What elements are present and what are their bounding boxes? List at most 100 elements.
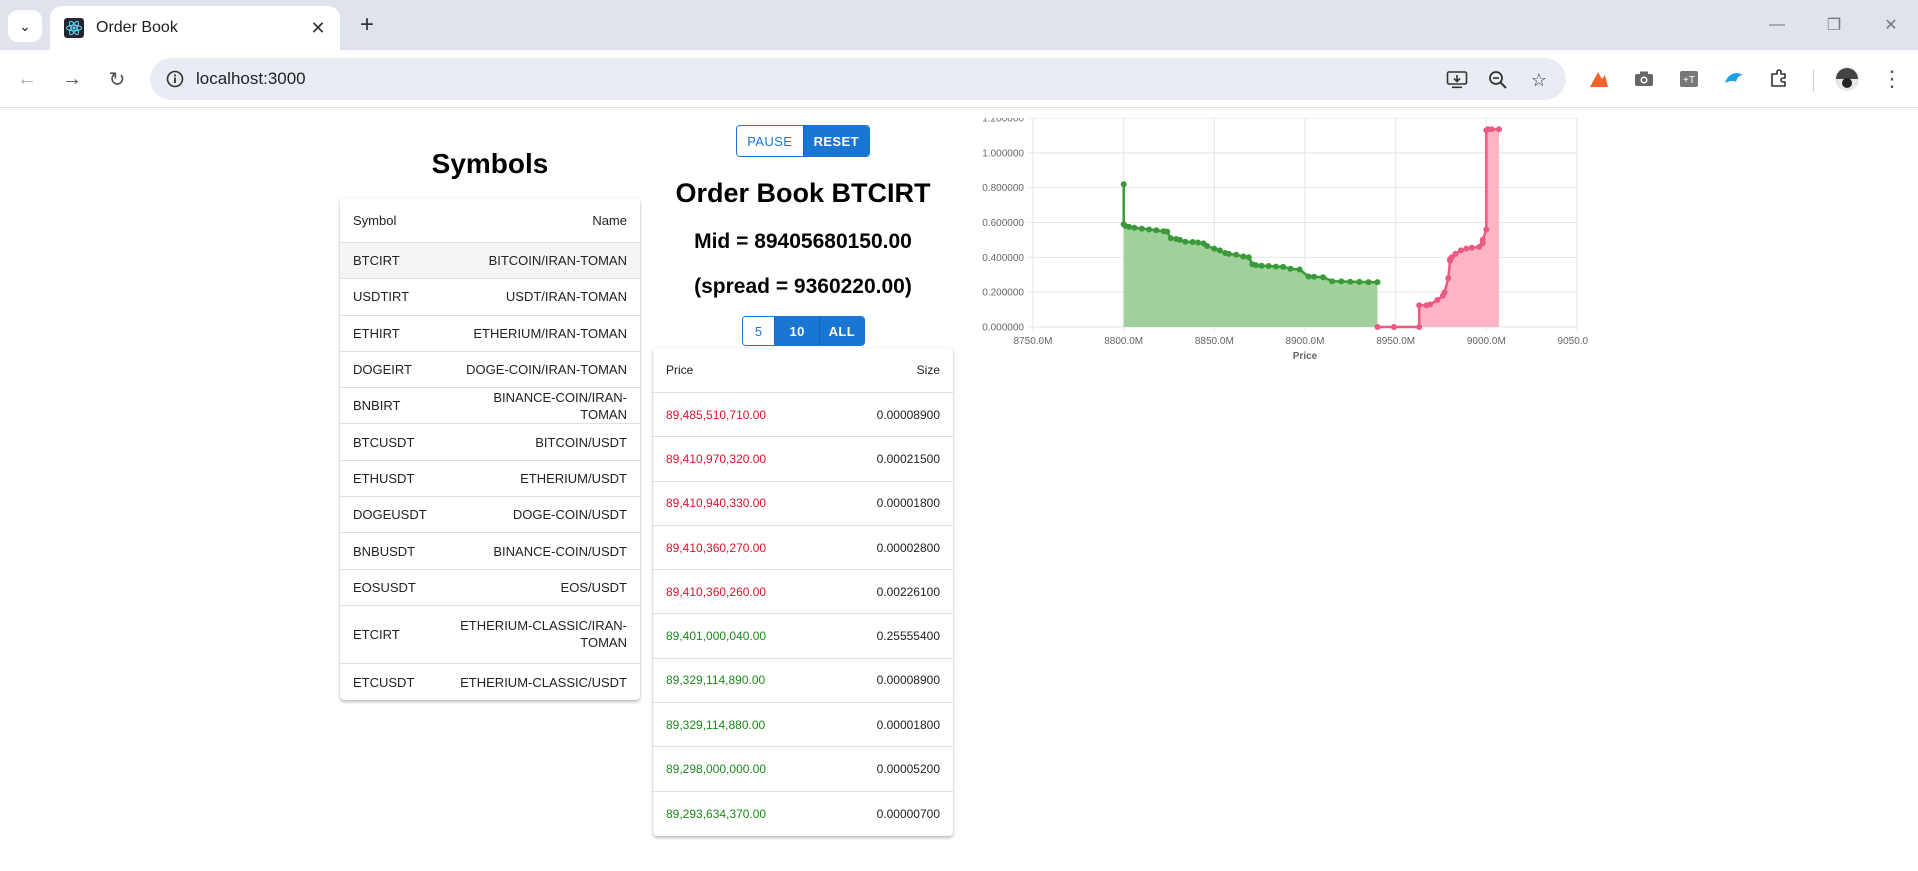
browser-toolbar: ← → ↻ localhost:3000 ☆ +T ⋮ — [0, 50, 1918, 108]
ask-point — [1445, 275, 1452, 282]
order-size: 0.00001800 — [876, 717, 940, 732]
symbol-row[interactable]: ETCUSDT ETHERIUM-CLASSIC/USDT — [340, 664, 640, 700]
symbol-row[interactable]: BNBIRT BINANCE-COIN/IRAN-TOMAN — [340, 388, 640, 425]
bid-point — [1138, 225, 1145, 232]
bookmark-star-icon[interactable]: ☆ — [1526, 67, 1552, 93]
ask-point — [1427, 301, 1434, 308]
symbol-code: ETHIRT — [353, 325, 400, 341]
address-bar[interactable]: localhost:3000 ☆ — [150, 58, 1566, 100]
camera-icon[interactable] — [1629, 64, 1659, 94]
symbol-row[interactable]: ETHIRT ETHERIUM/IRAN-TOMAN — [340, 316, 640, 352]
y-tick-label: 0.200000 — [982, 288, 1024, 299]
ask-point — [1463, 245, 1470, 252]
extensions-puzzle-icon[interactable] — [1764, 64, 1794, 94]
orderbook-row: 89,293,634,370.00 0.00000700 — [653, 792, 953, 836]
x-tick-label: 8850.0M — [1195, 336, 1234, 347]
orderbook-row: 89,329,114,890.00 0.00008900 — [653, 659, 953, 704]
bid-point — [1253, 262, 1259, 269]
symbol-code: BNBIRT — [353, 398, 401, 414]
reset-button[interactable]: RESET — [802, 126, 869, 156]
y-tick-label: 0.000000 — [982, 323, 1024, 334]
symbol-name: DOGE-COIN/IRAN-TOMAN — [466, 362, 627, 378]
ask-price: 89,485,510,710.00 — [666, 407, 767, 422]
bid-point — [1189, 239, 1196, 245]
orderbook-row: 89,410,360,260.00 0.00226100 — [653, 570, 953, 615]
bid-price: 89,401,000,040.00 — [666, 629, 767, 644]
bid-point — [1153, 227, 1160, 234]
bid-price: 89,329,114,880.00 — [666, 717, 766, 732]
orderbook-row: 89,410,360,270.00 0.00002800 — [653, 526, 953, 571]
ask-point — [1416, 324, 1423, 330]
symbol-row[interactable]: ETCIRT ETHERIUM-CLASSIC/IRAN-TOMAN — [340, 606, 640, 664]
x-tick-label: 8750.0M — [1014, 336, 1053, 347]
restore-icon[interactable]: ❐ — [1817, 12, 1851, 38]
page-content: Symbols Symbol Name BTCIRT BITCOIN/IRAN-T… — [0, 108, 1918, 871]
y-tick-label: 1.000000 — [982, 148, 1024, 159]
depth-all-button[interactable]: ALL — [818, 317, 864, 345]
symbols-title: Symbols — [431, 148, 549, 179]
new-tab-icon[interactable]: + — [352, 10, 382, 40]
bid-point — [1374, 279, 1381, 286]
depth-5-button[interactable]: 5 — [743, 317, 775, 345]
symbol-row[interactable]: BNBUSDT BINANCE-COIN/USDT — [340, 533, 640, 570]
symbol-name: ETHERIUM/IRAN-TOMAN — [473, 325, 627, 341]
forward-icon[interactable]: → — [57, 64, 87, 94]
bid-point — [1211, 245, 1218, 252]
translate-extension-icon[interactable]: +T — [1674, 64, 1704, 94]
bid-point — [1240, 253, 1247, 260]
minimize-icon[interactable]: — — [1760, 12, 1794, 38]
name-column-header: Name — [592, 212, 627, 228]
symbol-name: ETHERIUM/USDT — [520, 470, 627, 486]
ask-point — [1434, 297, 1441, 303]
depth-chart-svg: 8750.0M 8800.0M 8850.0M 8900.0M 8950.0M 9000.… — [982, 114, 1596, 363]
react-logo-icon — [64, 18, 84, 38]
symbol-row[interactable]: BTCIRT BITCOIN/IRAN-TOMAN — [340, 243, 640, 280]
bid-point — [1120, 181, 1127, 188]
bid-point — [1195, 239, 1201, 246]
x-tick-label: 8900.0M — [1286, 336, 1325, 347]
browser-tab[interactable]: Order Book ✕ — [50, 6, 340, 50]
orderbook-row: 89,410,970,320.00 0.00021500 — [653, 437, 953, 482]
bid-point — [1225, 250, 1232, 257]
symbol-name: BITCOIN/IRAN-TOMAN — [488, 253, 627, 269]
ask-point — [1483, 226, 1490, 233]
symbol-row[interactable]: BTCUSDT BITCOIN/USDT — [340, 424, 640, 461]
order-size: 0.00226100 — [876, 584, 940, 599]
tab-search-chevron-icon[interactable]: ⌄ — [8, 10, 42, 42]
close-window-icon[interactable]: ✕ — [1874, 12, 1908, 38]
symbol-row[interactable]: EOSUSDT EOS/USDT — [340, 570, 640, 606]
symbol-code: BNBUSDT — [353, 543, 416, 559]
symbol-row[interactable]: DOGEUSDT DOGE-COIN/USDT — [340, 497, 640, 534]
install-app-icon[interactable] — [1444, 67, 1470, 93]
symbol-row[interactable]: ETHUSDT ETHERIUM/USDT — [340, 461, 640, 498]
profile-avatar-icon[interactable] — [1832, 64, 1862, 94]
site-info-icon[interactable] — [164, 68, 186, 90]
order-size: 0.00008900 — [876, 407, 940, 422]
x-tick-label: 9000.0M — [1467, 336, 1506, 347]
symbol-code: DOGEUSDT — [353, 507, 427, 523]
depth-10-button[interactable]: 10 — [774, 317, 819, 345]
extension-fox-icon[interactable] — [1584, 64, 1614, 94]
dolphin-extension-icon[interactable] — [1719, 64, 1749, 94]
y-tick-label: 0.600000 — [982, 218, 1024, 229]
pause-button[interactable]: PAUSE — [737, 126, 803, 156]
zoom-icon[interactable] — [1485, 67, 1511, 93]
orderbook-row: 89,410,940,330.00 0.00001800 — [653, 482, 953, 526]
y-tick-label: 1.200000 — [982, 118, 1024, 125]
ask-point — [1390, 324, 1397, 330]
back-icon[interactable]: ← — [12, 64, 42, 94]
bid-point — [1311, 273, 1318, 280]
symbol-row[interactable]: USDTIRT USDT/IRAN-TOMAN — [340, 279, 640, 316]
bid-point — [1273, 263, 1279, 270]
close-tab-icon[interactable]: ✕ — [304, 14, 332, 42]
x-axis-label: Price — [1293, 351, 1318, 362]
reload-icon[interactable]: ↻ — [102, 64, 132, 94]
bid-point — [1233, 251, 1240, 258]
order-size: 0.00008900 — [876, 673, 940, 688]
symbol-row[interactable]: DOGEIRT DOGE-COIN/IRAN-TOMAN — [340, 352, 640, 389]
symbols-table-header: Symbol Name — [340, 198, 640, 243]
bid-point — [1164, 228, 1171, 235]
svg-text:+T: +T — [1683, 75, 1695, 86]
browser-menu-icon[interactable]: ⋮ — [1877, 64, 1907, 94]
spread-value: (spread = 9360220.00) — [694, 275, 912, 298]
